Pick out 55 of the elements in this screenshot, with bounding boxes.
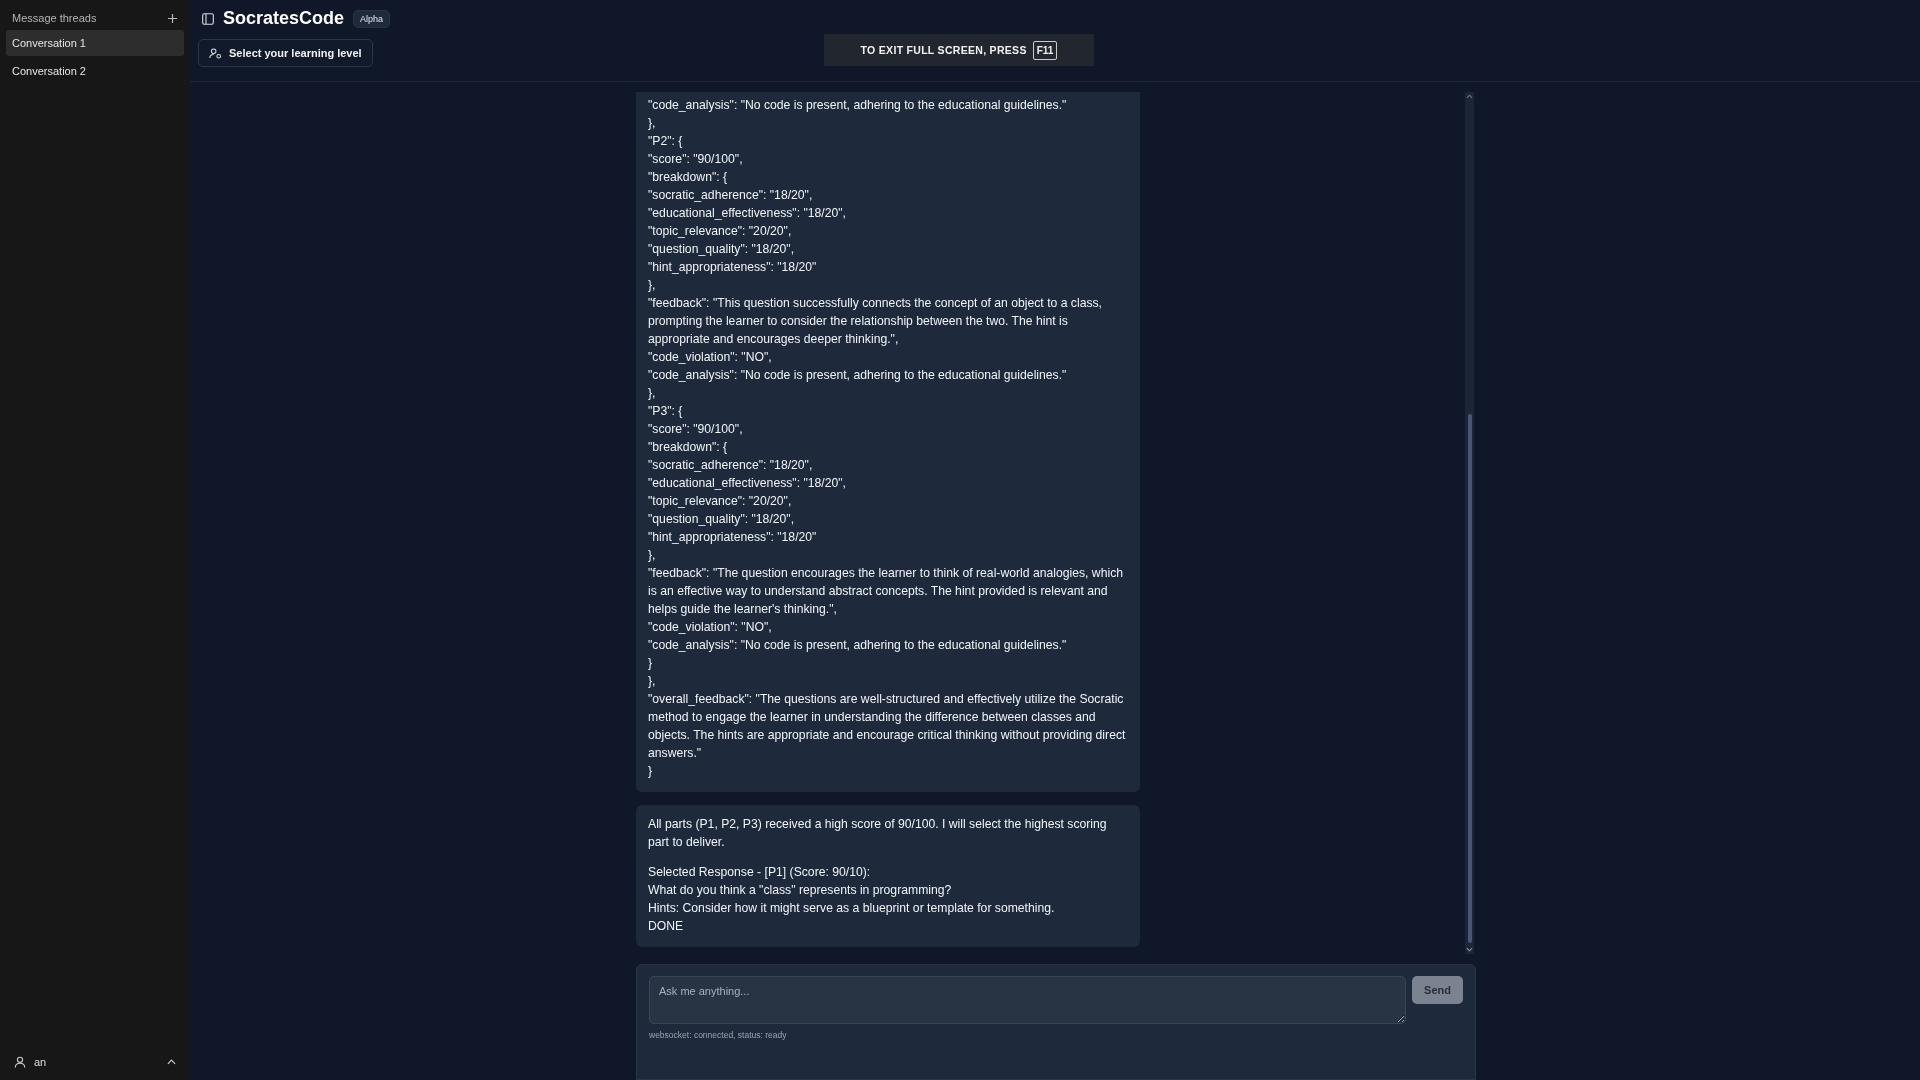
message-text: "code_violation": "NO", (648, 619, 773, 636)
message-text: "topic_relevance": "20/20", (648, 493, 793, 510)
scroll-down-icon[interactable] (1466, 947, 1473, 952)
message-text: "feedback": "The question encourages the learner to think of real-world analogies, which is an effective way to understand abstract concepts. The hint provided is relevant and helps guide the learner's thinking.", (648, 565, 1125, 618)
message-input[interactable]: Ask me anything... (649, 976, 1407, 1024)
thread-item[interactable]: Conversation 1 (6, 30, 184, 56)
message-text: "code_violation": "NO", (648, 349, 773, 366)
alpha-badge: Alpha (353, 9, 391, 28)
message-text: }, (648, 385, 657, 402)
message-text: DONE (648, 918, 685, 935)
message-text: "topic_relevance": "20/20", (648, 223, 793, 240)
message-text: }, (648, 277, 657, 294)
message-text: "breakdown": { (648, 169, 729, 186)
message-text: "code_analysis": "No code is present, adhering to the educational guidelines." (648, 97, 1068, 114)
message-text: "socratic_adherence": "18/20", (648, 187, 814, 204)
learning-level-button[interactable]: Select your learning level (198, 39, 373, 67)
user-settings-icon (209, 47, 222, 59)
sidebar-title: Message threads (12, 12, 97, 24)
sidebar-toggle-icon[interactable] (202, 12, 214, 25)
message-text: "socratic_adherence": "18/20", (648, 457, 814, 474)
message-text: "hint_appropriateness": "18/20" (648, 529, 818, 546)
message-text: "breakdown": { (648, 439, 729, 456)
message-text: What do you think a "class" represents in programming? (648, 882, 953, 899)
message-text: } (648, 655, 654, 672)
message-text: "P3": { (648, 403, 684, 420)
message-text: }, (648, 673, 657, 690)
user-name[interactable]: an (34, 1056, 159, 1068)
message-text: Hints: Consider how it might serve as a blueprint or template for something. (648, 900, 1056, 917)
message-text: "question_quality": "18/20", (648, 511, 796, 528)
message-text: Selected Response - [P1] (Score: 90/10): (648, 864, 872, 881)
message-text: "code_analysis": "No code is present, adhering to the educational guidelines." (648, 637, 1068, 654)
message-text: "score": "90/100", (648, 151, 744, 168)
chevron-up-icon[interactable] (167, 1059, 176, 1065)
fullscreen-text: TO EXIT FULL SCREEN, PRESS (860, 44, 1027, 56)
message-text: }, (648, 547, 657, 564)
message-text: "score": "90/100", (648, 421, 744, 438)
message-text: "overall_feedback": "The questions are well-structured and effectively utilize the Socratic method to engage the learner in understanding the difference between classes and objects. The hints are appropriate and encourage critical thinking without providing direct answers." (648, 691, 1127, 762)
scrollbar[interactable] (1465, 92, 1474, 954)
message-text: "code_analysis": "No code is present, adhering to the educational guidelines." (648, 367, 1068, 384)
key-hint: F11 (1032, 40, 1058, 60)
connection-status: websocket: connected, status: ready (649, 1030, 788, 1040)
message-text: "P2": { (648, 133, 684, 150)
app-name: SocratesCode (223, 8, 345, 29)
message-text: } (648, 763, 654, 780)
message-text: "feedback": "This question successfully connects the concept of an object to a class, prompting the learner to consider the relationship between the two. The hint is appropriate and encourages deeper thinking.", (648, 295, 1103, 348)
message-text: "educational_effectiveness": "18/20", (648, 205, 847, 222)
message-text: }, (648, 115, 657, 132)
message-text: "hint_appropriateness": "18/20" (648, 259, 818, 276)
new-thread-icon[interactable] (167, 12, 178, 24)
user-icon (14, 1056, 26, 1068)
thread-item[interactable]: Conversation 2 (6, 58, 184, 84)
message-text: "educational_effectiveness": "18/20", (648, 475, 847, 492)
message-text: "question_quality": "18/20", (648, 241, 796, 258)
message-text: All parts (P1, P2, P3) received a high score of 90/100. I will select the highest scoring part to deliver. (648, 816, 1108, 851)
scroll-up-icon[interactable] (1466, 94, 1473, 99)
